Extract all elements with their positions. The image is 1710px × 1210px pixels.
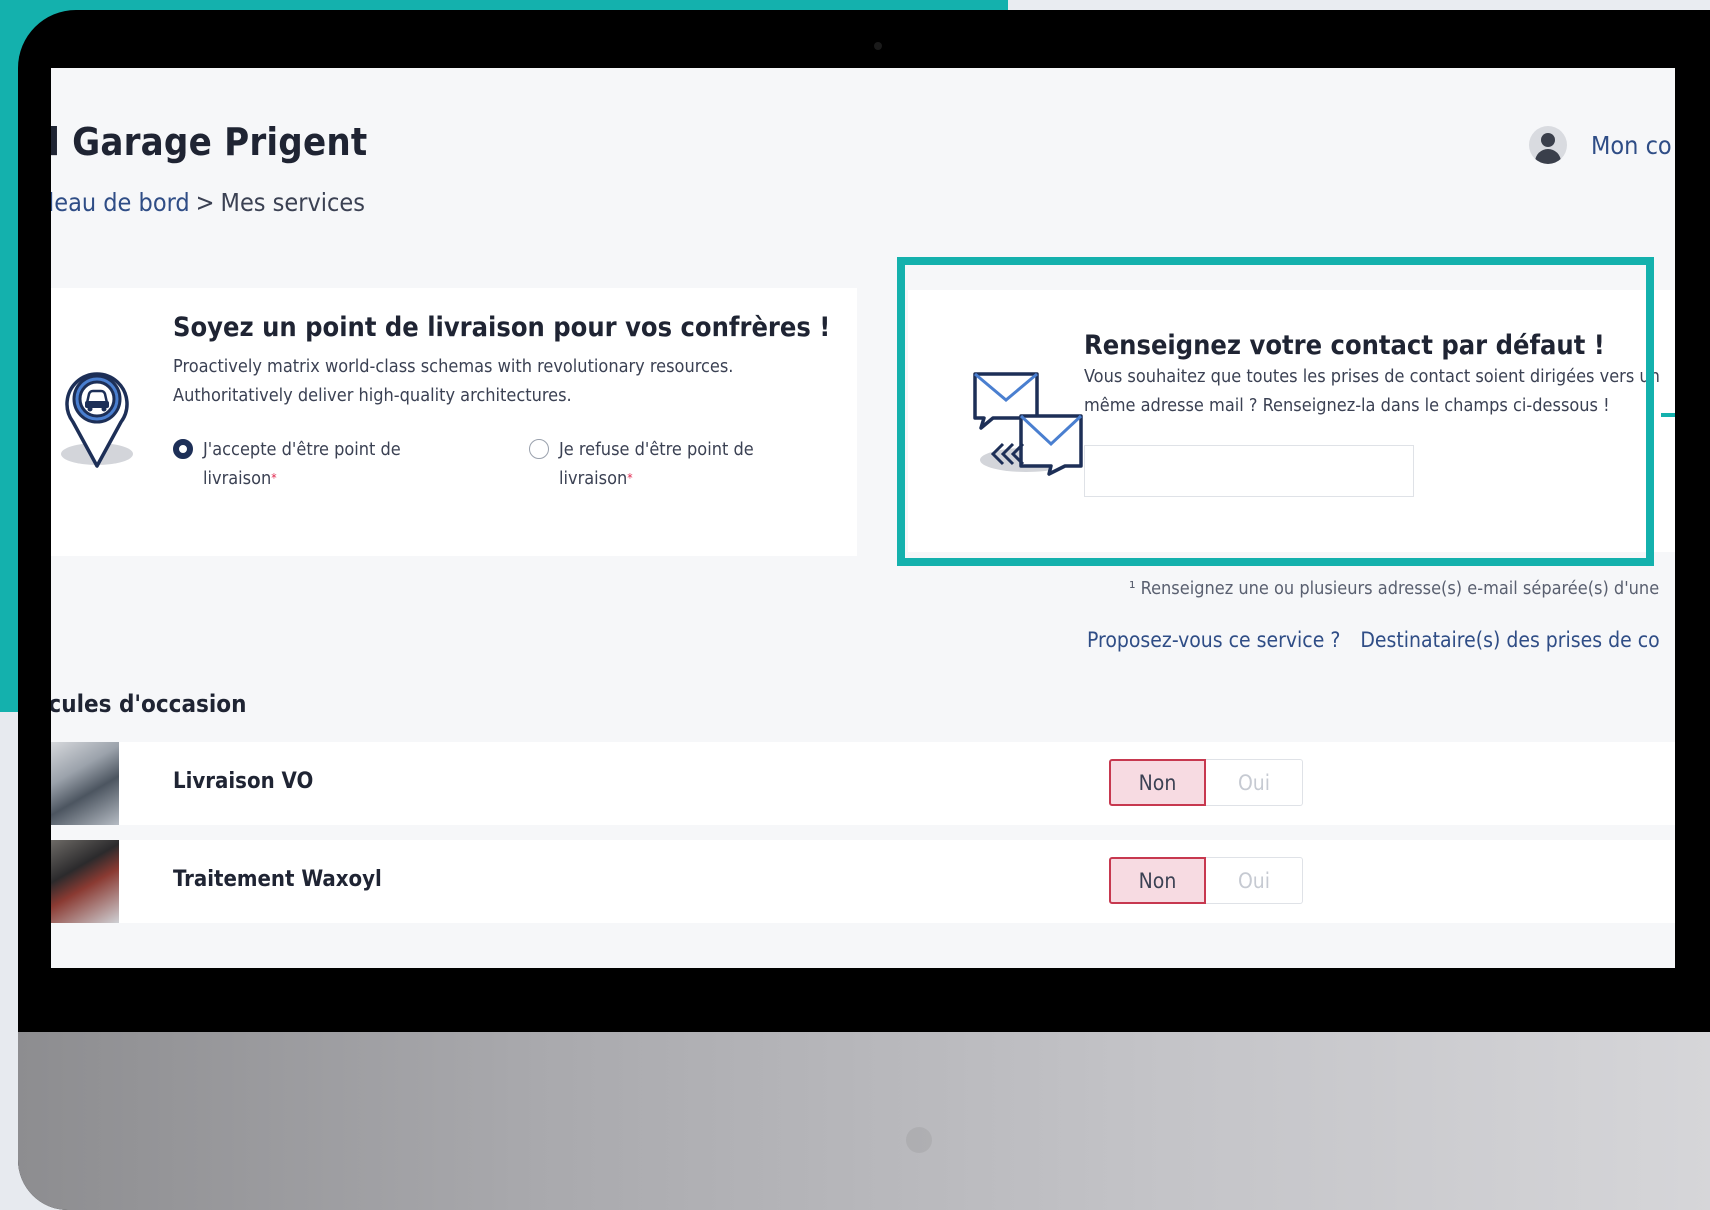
accept-delivery-radio-option[interactable]: J'accepte d'être point de livraison* <box>173 435 401 493</box>
monitor-frame: rl Garage Prigent leau de bord > Mes servi… <box>18 10 1710 1210</box>
accept-delivery-label: J'accepte d'être point de livraison* <box>203 439 401 489</box>
delivery-card-text-line2: Authoritatively deliver high-quality arc… <box>173 385 572 406</box>
required-mark: * <box>627 471 633 485</box>
map-pin-car-icon <box>61 372 133 468</box>
service-thumbnail-car <box>51 742 119 825</box>
refuse-delivery-label: Je refuse d'être point de livraison* <box>559 439 754 489</box>
toggle-non-button[interactable]: Non <box>1109 759 1206 806</box>
account-label[interactable]: Mon co <box>1591 131 1672 160</box>
toggle-oui-button[interactable]: Oui <box>1206 759 1303 806</box>
required-mark: * <box>271 471 277 485</box>
breadcrumb-current: Mes services <box>220 188 365 217</box>
accept-delivery-radio[interactable] <box>173 439 193 459</box>
service-row-livraison-vo: Livraison VO Non Oui <box>51 742 1675 825</box>
delivery-card-text: Proactively matrix world-class schemas w… <box>173 352 733 410</box>
screen: rl Garage Prigent leau de bord > Mes servi… <box>51 68 1675 968</box>
contact-card-highlight-frame <box>897 257 1654 566</box>
monitor-logo <box>906 1127 932 1153</box>
service-table-header: Proposez-vous ce service ? Destinataire(s… <box>1087 628 1675 652</box>
refuse-delivery-radio[interactable] <box>529 439 549 459</box>
toggle-non-button[interactable]: Non <box>1109 857 1206 904</box>
user-avatar-icon <box>1529 126 1567 164</box>
section-title: icules d'occasion <box>51 690 247 718</box>
delivery-point-card: Soyez un point de livraison pour vos con… <box>51 288 857 556</box>
delivery-card-text-line1: Proactively matrix world-class schemas w… <box>173 356 734 377</box>
contact-recipients-header: Destinataire(s) des prises de co <box>1360 628 1660 652</box>
service-name: Livraison VO <box>173 769 314 794</box>
toggle-oui-button[interactable]: Oui <box>1206 857 1303 904</box>
service-thumbnail-product <box>51 840 119 923</box>
monitor-chin <box>18 1032 1710 1210</box>
offer-service-header: Proposez-vous ce service ? <box>1087 628 1341 652</box>
camera-dot <box>874 42 882 50</box>
account-menu[interactable]: Mon co <box>1529 126 1672 164</box>
service-name: Traitement Waxoyl <box>173 867 382 892</box>
breadcrumb: leau de bord > Mes services <box>51 188 365 217</box>
breadcrumb-separator: > <box>195 188 215 217</box>
page-title: rl Garage Prigent <box>51 120 368 164</box>
service-toggle: Non Oui <box>1109 857 1303 904</box>
refuse-delivery-radio-option[interactable]: Je refuse d'être point de livraison* <box>529 435 754 493</box>
email-footnote: ¹ Renseignez une ou plusieurs adresse(s)… <box>1129 578 1660 599</box>
highlight-connector-line <box>1661 413 1675 417</box>
delivery-card-title: Soyez un point de livraison pour vos con… <box>173 312 831 343</box>
service-row-traitement-waxoyl: Traitement Waxoyl Non Oui <box>51 840 1675 923</box>
breadcrumb-parent-link[interactable]: leau de bord <box>51 188 190 217</box>
service-toggle: Non Oui <box>1109 759 1303 806</box>
